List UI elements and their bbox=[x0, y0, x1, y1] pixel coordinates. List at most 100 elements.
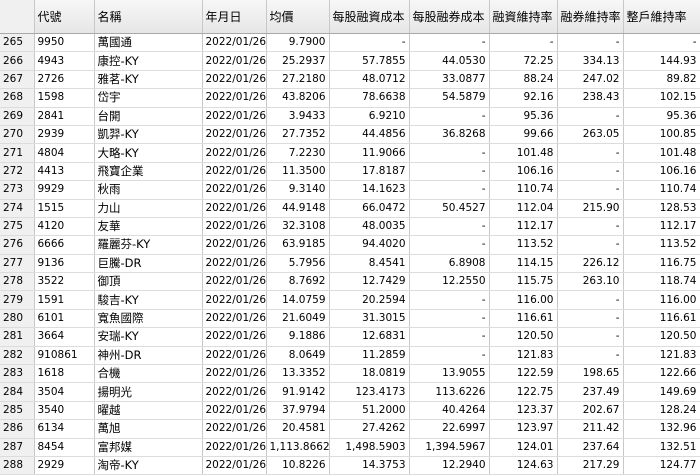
margin-cost-cell: 6.9210 bbox=[329, 107, 410, 126]
margin-maintenance-cell: 116.61 bbox=[489, 309, 558, 329]
header-code[interactable]: 代號 bbox=[34, 0, 95, 34]
stock-name-cell: 凱羿-KY bbox=[94, 125, 203, 145]
header-avg-price[interactable]: 均價 bbox=[266, 0, 330, 34]
margin-maintenance-cell: 112.17 bbox=[489, 217, 558, 237]
margin-maintenance-cell: 95.36 bbox=[489, 107, 558, 126]
table-row[interactable]: 278 3522 御頂 2022/01/26 8.7692 12.7429 12.2550 1… bbox=[0, 272, 700, 292]
short-maintenance-cell: 237.49 bbox=[557, 382, 624, 402]
margin-maintenance-cell: 110.74 bbox=[489, 180, 558, 200]
margin-cost-cell: 11.9066 bbox=[329, 143, 410, 163]
table-row[interactable]: 268 1598 岱宇 2022/01/26 43.8206 78.6638 54.5879… bbox=[0, 88, 700, 108]
short-maintenance-cell: - bbox=[557, 107, 624, 126]
table-row[interactable]: 270 2939 凱羿-KY 2022/01/26 27.7352 44.4856 36.8… bbox=[0, 125, 700, 145]
short-maintenance-cell: 198.65 bbox=[557, 364, 624, 384]
account-maintenance-cell: 121.83 bbox=[623, 346, 700, 366]
table-row[interactable]: 273 9929 秋雨 2022/01/26 9.3140 14.1623-110.74-… bbox=[0, 180, 700, 200]
stock-code-cell: 6134 bbox=[34, 419, 95, 439]
avg-price-cell: 27.2180 bbox=[266, 70, 330, 90]
account-maintenance-cell: 106.16 bbox=[623, 162, 700, 182]
margin-cost-cell: 31.3015 bbox=[329, 309, 410, 329]
table-row[interactable]: 286 6134 萬旭 2022/01/26 20.4581 27.4262 22.6997… bbox=[0, 419, 700, 439]
date-cell: 2022/01/26 bbox=[202, 143, 267, 163]
header-margin-cost[interactable]: 每股融資成本 bbox=[329, 0, 410, 34]
table-row[interactable]: 272 4413 飛寶企業 2022/01/26 11.3500 17.8187-106.… bbox=[0, 162, 700, 182]
short-maintenance-cell: - bbox=[557, 180, 624, 200]
stock-code-cell: 4943 bbox=[34, 51, 95, 71]
table-row[interactable]: 269 2841 台開 2022/01/26 3.9433 6.9210-95.36-95… bbox=[0, 107, 700, 126]
margin-maintenance-cell: 115.75 bbox=[489, 272, 558, 292]
table-row[interactable]: 275 4120 友華 2022/01/26 32.3108 48.0035-112.17… bbox=[0, 217, 700, 237]
row-index-cell: 278 bbox=[0, 272, 35, 292]
header-name[interactable]: 名稱 bbox=[94, 0, 203, 34]
table-row[interactable]: 274 1515 力山 2022/01/26 44.9148 66.0472 50.4527… bbox=[0, 199, 700, 218]
margin-maintenance-cell: 88.24 bbox=[489, 70, 558, 90]
table-row[interactable]: 279 1591 駿吉-KY 2022/01/26 14.0759 20.2594-116… bbox=[0, 290, 700, 310]
table-row[interactable]: 288 2929 淘帝-KY 2022/01/26 10.8226 14.3753 12.2… bbox=[0, 456, 700, 475]
table-row[interactable]: 281 3664 安瑞-KY 2022/01/26 9.1886 12.6831-120.… bbox=[0, 327, 700, 347]
stock-name-cell: 淘帝-KY bbox=[94, 456, 203, 475]
header-account-maintenance[interactable]: 整戶維持率 bbox=[623, 0, 700, 34]
account-maintenance-cell: 110.74 bbox=[623, 180, 700, 200]
header-margin-maintenance[interactable]: 融資維持率 bbox=[489, 0, 558, 34]
account-maintenance-cell: 132.96 bbox=[623, 419, 700, 439]
margin-maintenance-cell: 92.16 bbox=[489, 88, 558, 108]
stock-name-cell: 御頂 bbox=[94, 272, 203, 292]
stock-name-cell: 曜越 bbox=[94, 401, 203, 421]
stock-code-cell: 3540 bbox=[34, 401, 95, 421]
short-cost-cell: - bbox=[409, 327, 490, 347]
table-row[interactable]: 285 3540 曜越 2022/01/26 37.9794 51.2000 40.4264… bbox=[0, 401, 700, 421]
account-maintenance-cell: 149.69 bbox=[623, 382, 700, 402]
avg-price-cell: 44.9148 bbox=[266, 199, 330, 218]
avg-price-cell: 9.3140 bbox=[266, 180, 330, 200]
stock-code-cell: 4120 bbox=[34, 217, 95, 237]
short-maintenance-cell: - bbox=[557, 143, 624, 163]
margin-maintenance-cell: 123.37 bbox=[489, 401, 558, 421]
margin-cost-cell: 27.4262 bbox=[329, 419, 410, 439]
short-maintenance-cell: 247.02 bbox=[557, 70, 624, 90]
avg-price-cell: 7.2230 bbox=[266, 143, 330, 163]
stock-code-cell: 3522 bbox=[34, 272, 95, 292]
stock-name-cell: 寬魚國際 bbox=[94, 309, 203, 329]
avg-price-cell: 37.9794 bbox=[266, 401, 330, 421]
margin-cost-cell: 12.6831 bbox=[329, 327, 410, 347]
table-row[interactable]: 266 4943 康控-KY 2022/01/26 25.2937 57.7855 44.0… bbox=[0, 51, 700, 71]
header-date[interactable]: 年月日 bbox=[202, 0, 267, 34]
stock-code-cell: 6101 bbox=[34, 309, 95, 329]
header-short-cost[interactable]: 每股融券成本 bbox=[409, 0, 490, 34]
table-row[interactable]: 280 6101 寬魚國際 2022/01/26 21.6049 31.3015-116.… bbox=[0, 309, 700, 329]
short-cost-cell: - bbox=[409, 33, 490, 53]
stock-code-cell: 2939 bbox=[34, 125, 95, 145]
header-row-index[interactable] bbox=[0, 0, 35, 34]
margin-maintenance-cell: 124.01 bbox=[489, 438, 558, 457]
table-row[interactable]: 271 4804 大略-KY 2022/01/26 7.2230 11.9066-101.… bbox=[0, 143, 700, 163]
table-row[interactable]: 282 910861 神州-DR 2022/01/26 8.0649 11.2859-12… bbox=[0, 346, 700, 366]
short-maintenance-cell: 215.90 bbox=[557, 199, 624, 218]
margin-maintenance-cell: - bbox=[489, 33, 558, 53]
account-maintenance-cell: 101.48 bbox=[623, 143, 700, 163]
header-short-maintenance[interactable]: 融券維持率 bbox=[557, 0, 624, 34]
stock-name-cell: 飛寶企業 bbox=[94, 162, 203, 182]
short-cost-cell: 50.4527 bbox=[409, 199, 490, 218]
table-row[interactable]: 265 9950 萬國通 2022/01/26 9.7900- - - - - bbox=[0, 33, 700, 53]
stock-name-cell: 安瑞-KY bbox=[94, 327, 203, 347]
table-row[interactable]: 283 1618 合機 2022/01/26 13.3352 18.0819 13.9055… bbox=[0, 364, 700, 384]
table-row[interactable]: 287 8454 富邦媒 2022/01/26 1,113.8662 1,498.5903… bbox=[0, 438, 700, 457]
date-cell: 2022/01/26 bbox=[202, 51, 267, 71]
margin-cost-cell: 51.2000 bbox=[329, 401, 410, 421]
avg-price-cell: 1,113.8662 bbox=[266, 438, 330, 457]
table-row[interactable]: 284 3504 揚明光 2022/01/26 91.9142 123.4173 113.6… bbox=[0, 382, 700, 402]
margin-maintenance-cell: 122.59 bbox=[489, 364, 558, 384]
table-row[interactable]: 267 2726 雅茗-KY 2022/01/26 27.2180 48.0712 33.0… bbox=[0, 70, 700, 90]
table-row[interactable]: 276 6666 羅麗芬-KY 2022/01/26 63.9185 94.4020-11… bbox=[0, 235, 700, 255]
margin-cost-cell: 57.7855 bbox=[329, 51, 410, 71]
account-maintenance-cell: 118.74 bbox=[623, 272, 700, 292]
table-row[interactable]: 277 9136 巨騰-DR 2022/01/26 5.7956 8.4541 6.8908… bbox=[0, 254, 700, 274]
stock-name-cell: 康控-KY bbox=[94, 51, 203, 71]
margin-maintenance-cell: 72.25 bbox=[489, 51, 558, 71]
date-cell: 2022/01/26 bbox=[202, 107, 267, 126]
date-cell: 2022/01/26 bbox=[202, 180, 267, 200]
stock-margin-table: 代號 名稱 年月日 均價 每股融資成本 每股融券成本 融資維持率 融券維持率 整… bbox=[0, 0, 700, 475]
date-cell: 2022/01/26 bbox=[202, 235, 267, 255]
short-cost-cell: 54.5879 bbox=[409, 88, 490, 108]
stock-name-cell: 富邦媒 bbox=[94, 438, 203, 457]
